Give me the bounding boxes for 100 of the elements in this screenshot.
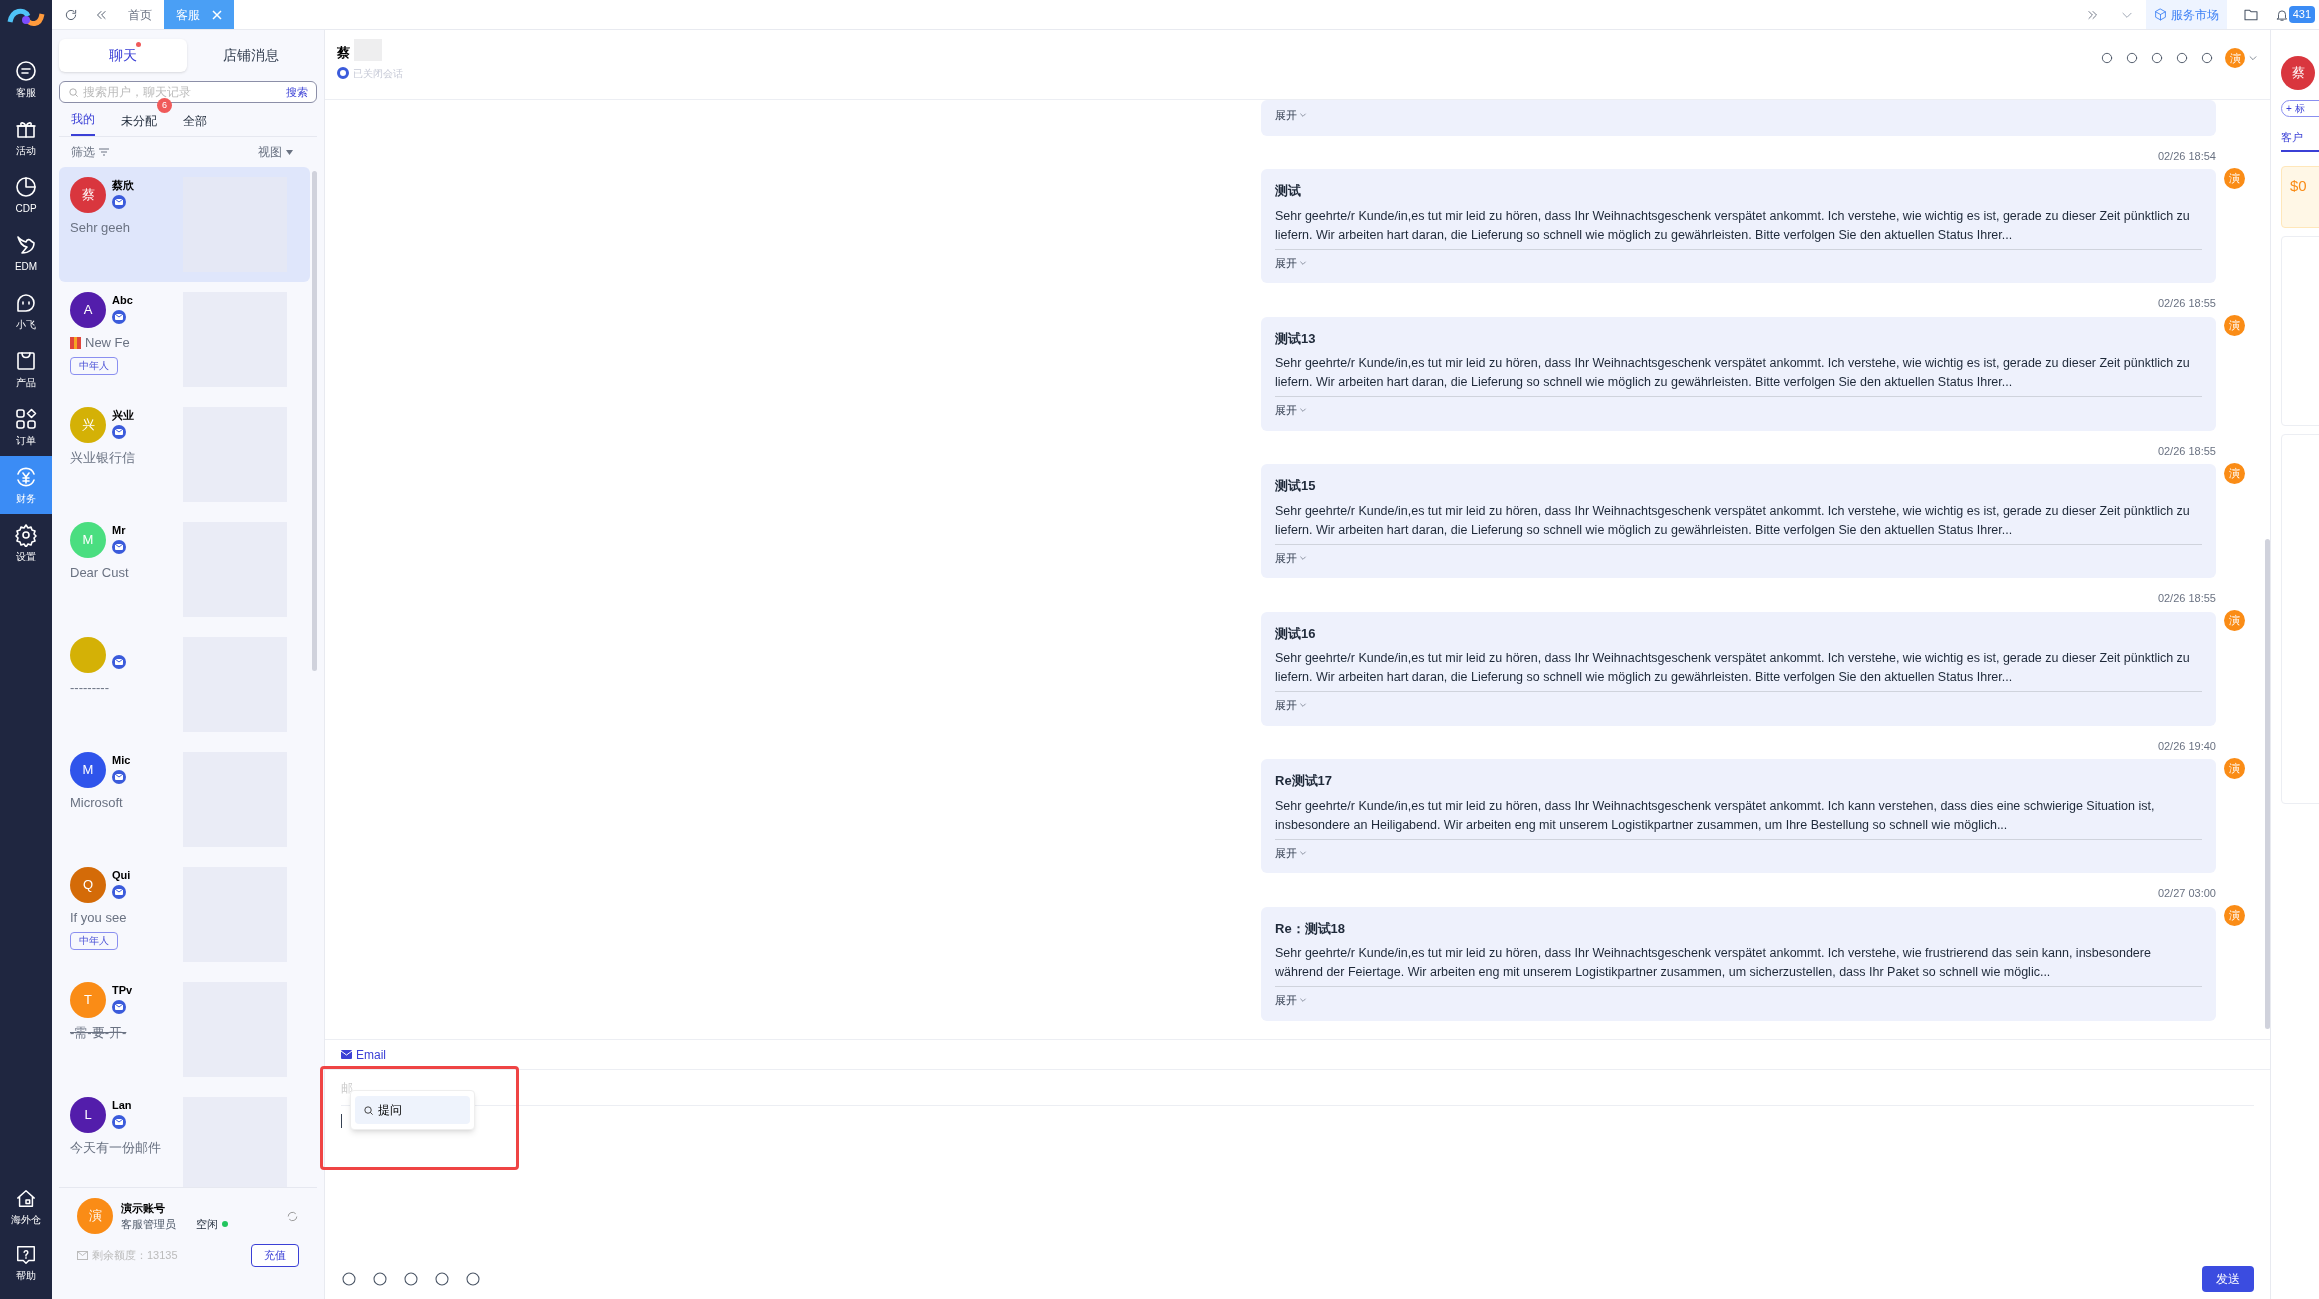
mail-icon xyxy=(341,1050,352,1059)
chevron-down-icon xyxy=(1299,848,1307,857)
expand-link[interactable]: 展开 xyxy=(1275,844,1297,861)
bell-icon[interactable] xyxy=(2274,7,2289,22)
search-field[interactable]: 搜索用户，聊天记录 搜索 xyxy=(59,81,317,103)
email-channel-icon xyxy=(112,655,126,669)
conversation-item[interactable]: T TPv -需-要-开- xyxy=(59,972,310,1087)
message-time: 02/26 18:54 xyxy=(2157,148,2216,164)
email-channel-icon xyxy=(112,885,126,899)
avatar: L xyxy=(70,1097,106,1133)
expand-link[interactable]: 展开 xyxy=(1275,697,1297,714)
mail-icon xyxy=(77,1251,88,1260)
nav-item[interactable]: 客服 xyxy=(0,50,52,108)
conversation-item[interactable]: Q Qui If you see 中年人 xyxy=(59,857,310,972)
avatar: 蔡 xyxy=(70,177,106,213)
avatar: 演 xyxy=(77,1198,113,1234)
filter-label[interactable]: 筛选 xyxy=(71,143,95,161)
page-tab[interactable]: 首页 xyxy=(116,0,164,29)
agent-avatar: 演 xyxy=(2224,315,2245,336)
agent-avatar: 演 xyxy=(2224,167,2245,189)
message-preview: Microsoft xyxy=(70,794,123,812)
pie-chart-icon xyxy=(14,174,38,199)
expand-link[interactable]: 展开 xyxy=(1275,549,1297,566)
message-title: 测试15 xyxy=(1275,477,1317,495)
nav-item[interactable]: EDM xyxy=(0,224,52,282)
contact-name: 蔡欣 xyxy=(112,178,134,193)
agent-avatar: 演 xyxy=(2224,610,2245,631)
status-label[interactable]: 空闲 xyxy=(196,1216,218,1233)
expand-link[interactable]: 展开 xyxy=(1275,402,1297,419)
message-body: Sehr geehrte/r Kunde/in,es tut mir leid zu hören, dass Ihr Weihnachtsgeschenk verspätet ankommt. Ich verstehe, wie frustrierend das sein kann, insbesondere während der Feiertage. Wir arbeiten eng mit unserem Logistikpartner zusammen, um sicherzustellen, dass Ihr Paket so schnell wie möglic... xyxy=(1275,944,2202,987)
message-preview: 兴业银行信 xyxy=(70,449,135,467)
message-time: 02/26 19:40 xyxy=(2157,738,2216,754)
chevron-down-icon xyxy=(1299,701,1307,710)
filter-tab[interactable]: 未分配 xyxy=(121,112,157,136)
caret-down-icon xyxy=(286,149,293,155)
nav-item[interactable]: 产品 xyxy=(0,340,52,398)
view-dropdown[interactable]: 视图 xyxy=(258,143,282,161)
conversation-item[interactable]: 兴 兴业 兴业银行信 xyxy=(59,397,310,512)
conversation-item[interactable]: M Mr Dear Cust xyxy=(59,512,310,627)
panel-tab[interactable]: 聊天 xyxy=(59,39,187,72)
conversation-item[interactable]: --------- xyxy=(59,627,310,742)
close-icon[interactable] xyxy=(212,9,222,20)
filter-tab[interactable]: 我的 xyxy=(71,110,95,136)
text-cursor xyxy=(341,1114,342,1128)
message-time: 02/26 18:55 xyxy=(2157,296,2216,311)
help-icon xyxy=(15,1243,37,1266)
contact-name: TPv xyxy=(112,983,133,998)
expand-link[interactable]: 展开 xyxy=(1275,107,1297,124)
nav-item[interactable]: 帮助 xyxy=(0,1235,52,1291)
channel-tab[interactable]: Email xyxy=(341,1045,386,1064)
account-role: 客服管理员 xyxy=(121,1217,176,1232)
nav-item[interactable]: 订单 xyxy=(0,398,52,456)
avatar: Q xyxy=(70,867,106,903)
nav-item[interactable]: 海外仓 xyxy=(0,1179,52,1235)
market-button[interactable]: 服务市场 xyxy=(2145,0,2227,29)
message-preview: --------- xyxy=(70,679,109,697)
email-channel-icon xyxy=(112,540,126,554)
avatar: 兴 xyxy=(70,407,106,443)
panel-tab[interactable]: 店铺消息 xyxy=(187,39,315,72)
agent-avatar: 演 xyxy=(2224,757,2245,779)
chevron-down-icon xyxy=(1299,553,1307,562)
suggestion-item[interactable]: 提问 xyxy=(355,1096,470,1124)
contact-name: Lan xyxy=(112,1098,132,1113)
contact-name: Mic xyxy=(112,753,131,768)
message-body: Sehr geehrte/r Kunde/in,es tut mir leid zu hören, dass Ihr Weihnachtsgeschenk verspätet ankommt. Ich verstehe, wie wichtig es ist, gerade zu dieser Zeit pünktlich zu liefern. Wir arbeiten hart daran, die Lieferung so schnell wie möglich zu gewährleisten. Bitte verfolgen Sie den aktuellen Status Ihrer... xyxy=(1275,206,2202,250)
message-preview: -需-要-开- xyxy=(70,1024,127,1042)
settings-icon xyxy=(14,522,38,547)
conversation-item[interactable]: M Mic Microsoft xyxy=(59,742,310,857)
message-body: Sehr geehrte/r Kunde/in,es tut mir leid zu hören, dass Ihr Weihnachtsgeschenk verspätet ankommt. Ich verstehe, wie wichtig es ist, gerade zu dieser Zeit pünktlich zu liefern. Wir arbeiten hart daran, die Lieferung so schnell wie möglich zu gewährleisten. Bitte verfolgen Sie den aktuellen Status Ihrer... xyxy=(1275,354,2202,397)
chevron-down-icon xyxy=(1299,996,1307,1005)
email-channel-icon xyxy=(112,1000,126,1014)
chevron-down-icon xyxy=(1299,111,1307,120)
filter-tab[interactable]: 全部 xyxy=(183,112,207,136)
nav-item[interactable]: CDP xyxy=(0,166,52,224)
message-time: 02/26 18:55 xyxy=(2157,443,2216,459)
email-channel-icon xyxy=(112,770,126,784)
message-preview: Dear Cust xyxy=(70,564,129,582)
conversation-item[interactable]: L Lan 今天有一份邮件 xyxy=(59,1087,310,1187)
account-name: 演示账号 xyxy=(121,1200,166,1216)
search-icon xyxy=(68,86,79,98)
search-link[interactable]: 搜索 xyxy=(286,83,308,101)
email-channel-icon xyxy=(112,310,126,324)
message-title: Re测试17 xyxy=(1275,772,1334,790)
message-body: Sehr geehrte/r Kunde/in,es tut mir leid zu hören, dass Ihr Weihnachtsgeschenk verspätet ankommt. Ich verstehe, wie wichtig es ist, gerade zu dieser Zeit pünktlich zu liefern. Wir arbeiten hart daran, die Lieferung so schnell wie möglich zu gewährleisten. Bitte verfolgen Sie den aktuellen Status Ihrer... xyxy=(1275,501,2202,545)
grid-icon xyxy=(14,406,38,431)
conversation-item[interactable]: A Abc New Fe 中年人 xyxy=(59,282,310,397)
message-body: Sehr geehrte/r Kunde/in,es tut mir leid zu hören, dass Ihr Weihnachtsgeschenk verspätet ankommt. Ich verstehe, wie wichtig es ist, gerade zu dieser Zeit pünktlich zu liefern. Wir arbeiten hart daran, die Lieferung so schnell wie möglich zu gewährleisten. Bitte verfolgen Sie den aktuellen Status Ihrer... xyxy=(1275,649,2202,692)
message-preview: New Fe xyxy=(85,334,130,352)
message-title: 测试13 xyxy=(1275,329,1317,348)
expand-link[interactable]: 展开 xyxy=(1275,254,1297,271)
nav-item[interactable]: 设置 xyxy=(0,514,52,572)
send-button[interactable]: 发送 xyxy=(2202,1266,2254,1292)
recharge-button[interactable]: 充值 xyxy=(251,1244,299,1267)
expand-link[interactable]: 展开 xyxy=(1275,992,1297,1009)
nav-item[interactable]: 活动 xyxy=(0,108,52,166)
refresh-icon[interactable] xyxy=(64,7,78,22)
contact-name: 蔡 xyxy=(337,44,350,62)
nav-item[interactable]: 小飞 xyxy=(0,282,52,340)
avatar: A xyxy=(70,292,106,328)
customer-tab[interactable]: 客户 xyxy=(2281,129,2319,152)
